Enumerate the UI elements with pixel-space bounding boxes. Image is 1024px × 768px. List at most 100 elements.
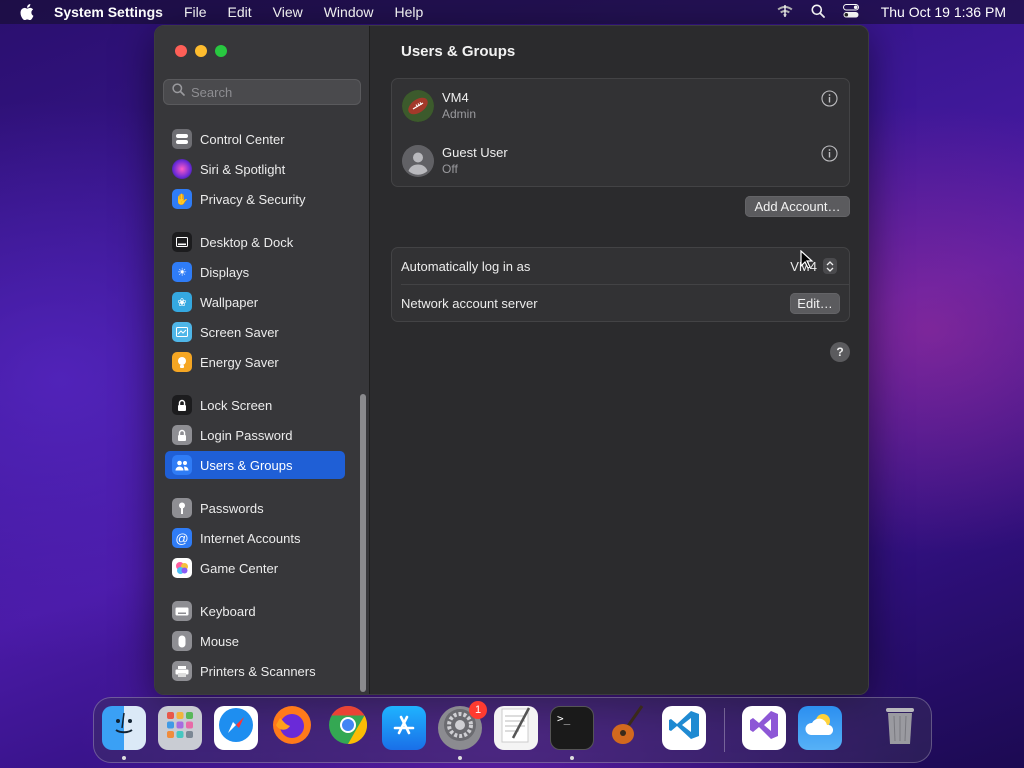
dock-vscode[interactable] — [662, 706, 706, 750]
spotlight-search-icon[interactable] — [811, 4, 825, 21]
menu-file[interactable]: File — [184, 4, 207, 20]
sidebar-item-siri-spotlight[interactable]: Siri & Spotlight — [165, 155, 345, 183]
sidebar-item-label: Displays — [200, 264, 250, 280]
hand-icon: ✋ — [172, 189, 192, 209]
help-button[interactable]: ? — [830, 342, 850, 362]
users-icon — [172, 455, 192, 475]
users-list: VM4 Admin Guest User Off — [391, 78, 850, 187]
running-indicator — [458, 756, 462, 760]
wifi-icon[interactable] — [777, 4, 793, 21]
page-title: Users & Groups — [401, 43, 516, 60]
user-name: Guest User — [442, 145, 508, 160]
dock-firefox[interactable] — [270, 706, 314, 750]
minimize-window-button[interactable] — [195, 45, 207, 57]
user-row-vm4[interactable]: VM4 Admin — [392, 79, 849, 133]
chrome-icon — [327, 704, 369, 752]
add-account-button[interactable]: Add Account… — [745, 196, 850, 217]
firefox-icon — [271, 704, 313, 752]
notification-badge: 1 — [469, 701, 487, 719]
dock-visual-studio[interactable] — [742, 706, 786, 750]
vscode-icon — [667, 708, 701, 748]
dock-finder[interactable] — [102, 706, 146, 750]
sidebar: Control Center Siri & Spotlight ✋ Privac… — [155, 26, 370, 694]
close-window-button[interactable] — [175, 45, 187, 57]
sidebar-item-wallpaper[interactable]: ❀ Wallpaper — [165, 288, 345, 316]
sidebar-item-printers-scanners[interactable]: Printers & Scanners — [165, 657, 345, 685]
sidebar-item-displays[interactable]: ☀ Displays — [165, 258, 345, 286]
menu-view[interactable]: View — [273, 4, 303, 20]
main-content: Users & Groups VM4 Admin Guest User Off — [371, 26, 868, 694]
running-indicator — [570, 756, 574, 760]
bulb-icon — [172, 352, 192, 372]
dock-safari[interactable] — [214, 706, 258, 750]
sidebar-item-label: Game Center — [200, 560, 279, 576]
sidebar-item-label: Energy Saver — [200, 354, 279, 370]
dock-launchpad[interactable] — [158, 706, 202, 750]
user-row-guest[interactable]: Guest User Off — [392, 134, 849, 188]
sidebar-item-control-center[interactable]: Control Center — [165, 125, 345, 153]
login-settings: Automatically log in as VM4 Network acco… — [391, 247, 850, 322]
sidebar-item-internet-accounts[interactable]: @ Internet Accounts — [165, 524, 345, 552]
sidebar-item-label: Users & Groups — [200, 457, 293, 473]
screen-saver-icon — [172, 322, 192, 342]
sun-icon: ☀ — [172, 262, 192, 282]
sidebar-scrollbar[interactable] — [360, 394, 366, 692]
info-icon[interactable] — [821, 145, 838, 162]
terminal-icon: >_ — [557, 712, 571, 725]
edit-button[interactable]: Edit… — [790, 293, 840, 314]
dock-weather[interactable] — [798, 706, 842, 750]
menu-window[interactable]: Window — [324, 4, 374, 20]
sidebar-item-label: Control Center — [200, 131, 285, 147]
apple-menu-icon[interactable] — [18, 3, 36, 21]
printer-icon — [172, 661, 192, 681]
siri-icon — [172, 159, 192, 179]
sidebar-item-desktop-dock[interactable]: Desktop & Dock — [165, 228, 345, 256]
launchpad-grid-icon — [165, 710, 195, 746]
control-center-icon[interactable] — [842, 3, 859, 21]
dock-terminal[interactable]: >_ — [550, 706, 594, 750]
sidebar-item-users-groups[interactable]: Users & Groups — [165, 451, 345, 479]
sidebar-item-label: Printers & Scanners — [200, 663, 316, 679]
sidebar-nav: Control Center Siri & Spotlight ✋ Privac… — [155, 114, 370, 694]
sidebar-item-mouse[interactable]: Mouse — [165, 627, 345, 655]
menu-clock[interactable]: Thu Oct 19 1:36 PM — [881, 4, 1006, 20]
menu-help[interactable]: Help — [395, 4, 424, 20]
dock: 1 >_ — [93, 697, 932, 763]
mouse-icon — [172, 631, 192, 651]
control-center-icon — [172, 129, 192, 149]
dock-garageband[interactable] — [606, 704, 650, 752]
search-field[interactable] — [163, 79, 361, 105]
chevron-up-down-icon — [823, 258, 837, 274]
sidebar-item-lock-screen[interactable]: Lock Screen — [165, 391, 345, 419]
info-icon[interactable] — [821, 90, 838, 107]
sidebar-item-keyboard[interactable]: Keyboard — [165, 597, 345, 625]
compass-icon — [217, 706, 255, 750]
sidebar-item-privacy-security[interactable]: ✋ Privacy & Security — [165, 185, 345, 213]
sidebar-item-game-center[interactable]: Game Center — [165, 554, 345, 582]
search-input[interactable] — [191, 84, 351, 100]
user-role: Off — [442, 162, 458, 176]
guitar-icon — [608, 704, 648, 752]
dock-textedit[interactable] — [494, 706, 538, 750]
game-center-icon — [172, 558, 192, 578]
dock-trash[interactable] — [878, 706, 922, 750]
menu-app-name[interactable]: System Settings — [54, 4, 163, 20]
dock-system-settings[interactable]: 1 — [438, 701, 487, 750]
mouse-pointer-icon — [800, 249, 814, 270]
cloud-sun-icon — [803, 711, 837, 745]
network-server-label: Network account server — [401, 296, 538, 311]
dock-chrome[interactable] — [326, 704, 370, 752]
sidebar-item-label: Privacy & Security — [200, 191, 306, 207]
search-icon — [172, 83, 185, 101]
sidebar-item-passwords[interactable]: Passwords — [165, 494, 345, 522]
sidebar-item-label: Login Password — [200, 427, 293, 443]
sidebar-item-energy-saver[interactable]: Energy Saver — [165, 348, 345, 376]
sidebar-item-login-password[interactable]: Login Password — [165, 421, 345, 449]
sidebar-item-screen-saver[interactable]: Screen Saver — [165, 318, 345, 346]
user-role: Admin — [442, 107, 477, 121]
trash-icon — [883, 704, 917, 752]
dock-app-store[interactable] — [382, 706, 426, 750]
zoom-window-button[interactable] — [215, 45, 227, 57]
menu-edit[interactable]: Edit — [228, 4, 252, 20]
sidebar-item-label: Internet Accounts — [200, 530, 301, 546]
